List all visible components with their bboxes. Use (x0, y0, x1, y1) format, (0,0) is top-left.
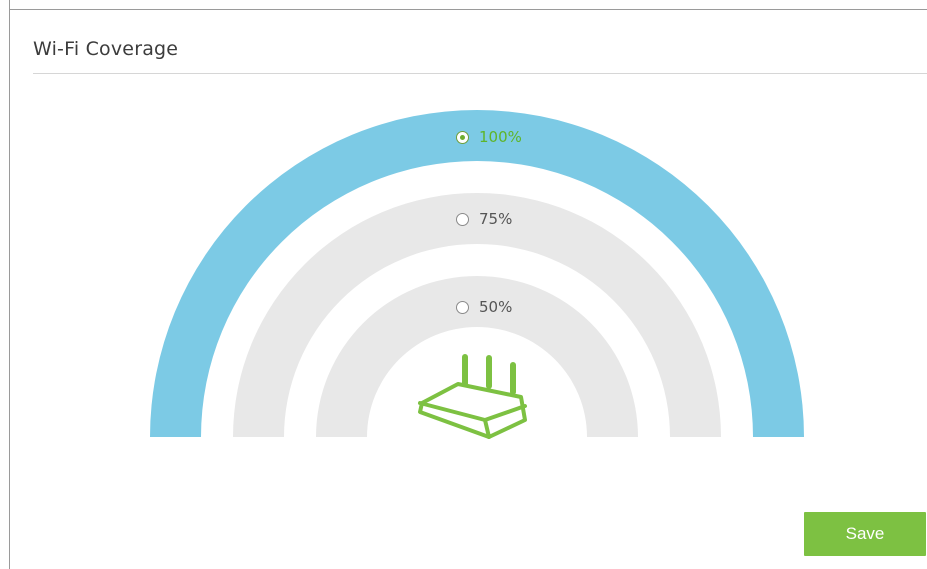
coverage-arcs-graphic (150, 110, 804, 439)
coverage-option-100-label: 100% (479, 128, 522, 146)
coverage-option-50[interactable]: 50% (456, 298, 512, 316)
coverage-option-50-label: 50% (479, 298, 513, 316)
radio-50-icon[interactable] (456, 300, 469, 314)
router-icon (418, 354, 527, 439)
save-button[interactable]: Save (804, 512, 926, 556)
coverage-option-75[interactable]: 75% (456, 210, 512, 228)
coverage-option-75-label: 75% (479, 210, 513, 228)
radio-75-icon[interactable] (456, 212, 469, 226)
wifi-coverage-page: Wi-Fi Coverage 100% 75% 50% Save (0, 0, 927, 569)
coverage-option-100[interactable]: 100% (456, 128, 522, 146)
radio-100-icon[interactable] (456, 130, 469, 144)
